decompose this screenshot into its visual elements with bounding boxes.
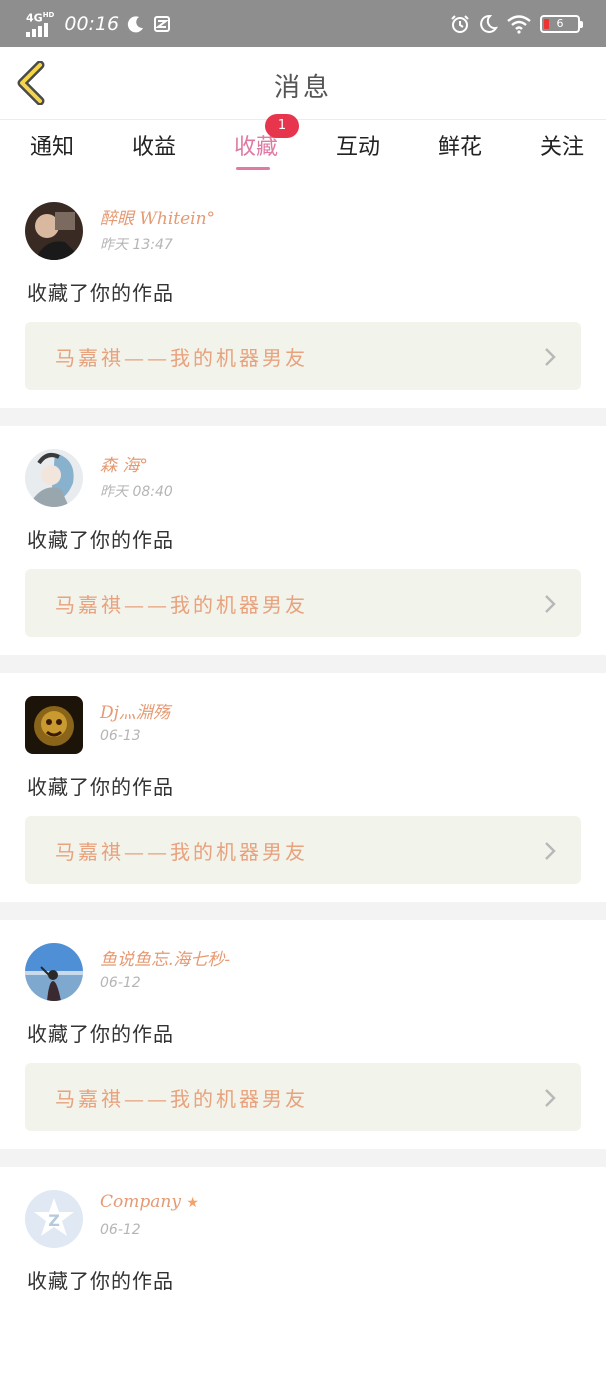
work-title: 马嘉祺——我的机器男友 [55, 593, 308, 617]
tab-label: 收益 [131, 135, 176, 160]
tab-label: 鲜花 [437, 135, 482, 160]
tab-earnings[interactable]: 收益 [124, 121, 184, 179]
username[interactable]: 森 海° [100, 451, 148, 476]
clock: 00:16 [64, 12, 120, 35]
message-action: 收藏了你的作品 [27, 528, 174, 552]
tab-label: 互动 [335, 135, 380, 160]
tab-interaction[interactable]: 互动 [328, 121, 388, 179]
message-time: 06-12 [100, 1222, 141, 1238]
star-icon: ★ [186, 1195, 199, 1211]
signal-icon: 4GHD [26, 10, 56, 38]
message-card: Z Company ★ 06-12 收藏了你的作品 [0, 1167, 606, 1396]
tab-notice[interactable]: 通知 [22, 121, 82, 179]
avatar[interactable] [25, 943, 83, 1001]
message-action: 收藏了你的作品 [27, 775, 174, 799]
chevron-right-icon [545, 348, 556, 366]
work-link[interactable]: 马嘉祺——我的机器男友 [25, 816, 581, 884]
status-bar: 4GHD 00:16 6 [0, 0, 606, 47]
moon-icon [480, 14, 498, 33]
network-hd: HD [42, 10, 55, 19]
divider [0, 1149, 606, 1167]
wifi-icon [507, 14, 531, 34]
status-right: 6 [450, 14, 583, 34]
divider [0, 655, 606, 673]
username[interactable]: 醉眼 Whitein° [100, 204, 215, 229]
work-link[interactable]: 马嘉祺——我的机器男友 [25, 569, 581, 637]
tab-label: 关注 [539, 135, 584, 160]
work-title: 马嘉祺——我的机器男友 [55, 840, 308, 864]
message-time: 昨天 08:40 [100, 484, 173, 500]
message-card: Dj灬淵殇 06-13 收藏了你的作品 马嘉祺——我的机器男友 [0, 673, 606, 902]
battery-level: 6 [556, 17, 564, 30]
username-text: Company [100, 1192, 181, 1212]
tab-label: 通知 [29, 135, 74, 160]
avatar[interactable] [25, 202, 83, 260]
unread-badge: 1 [265, 114, 299, 138]
page-title: 消息 [273, 73, 332, 103]
message-card: 森 海° 昨天 08:40 收藏了你的作品 马嘉祺——我的机器男友 [0, 426, 606, 655]
work-title: 马嘉祺——我的机器男友 [55, 1087, 308, 1111]
alarm-icon [451, 14, 469, 33]
top-bar: 消息 [0, 47, 606, 120]
avatar[interactable]: Z [25, 1190, 83, 1248]
battery-icon: 6 [540, 14, 583, 33]
divider [0, 408, 606, 426]
moon-icon [127, 15, 144, 32]
chevron-right-icon [545, 842, 556, 860]
svg-text:Z: Z [48, 1211, 60, 1230]
divider [0, 902, 606, 920]
work-link[interactable]: 马嘉祺——我的机器男友 [25, 1063, 581, 1131]
username[interactable]: Company ★ [100, 1192, 199, 1212]
message-time: 06-12 [100, 975, 141, 991]
message-action: 收藏了你的作品 [27, 281, 174, 305]
message-list: 醉眼 Whitein° 昨天 13:47 收藏了你的作品 马嘉祺——我的机器男友… [0, 179, 606, 1396]
message-time: 昨天 13:47 [100, 237, 173, 253]
message-card: 鱼说鱼忘.海七秒- 06-12 收藏了你的作品 马嘉祺——我的机器男友 [0, 920, 606, 1149]
status-left: 4GHD 00:16 [26, 10, 171, 38]
avatar[interactable] [25, 449, 83, 507]
chevron-right-icon [545, 1089, 556, 1107]
avatar[interactable] [25, 696, 83, 754]
active-tab-indicator [236, 167, 270, 170]
tab-flowers[interactable]: 鲜花 [430, 121, 490, 179]
tab-follow[interactable]: 关注 [532, 121, 592, 179]
chevron-right-icon [545, 595, 556, 613]
username[interactable]: Dj灬淵殇 [100, 698, 170, 723]
tab-favorites[interactable]: 收藏 1 [226, 114, 299, 179]
work-title: 马嘉祺——我的机器男友 [55, 346, 308, 370]
message-action: 收藏了你的作品 [27, 1022, 174, 1046]
work-link[interactable]: 马嘉祺——我的机器男友 [25, 322, 581, 390]
message-time: 06-13 [100, 728, 141, 744]
username[interactable]: 鱼说鱼忘.海七秒- [100, 945, 230, 970]
notification-icon [154, 15, 171, 32]
tab-label: 收藏 [233, 135, 278, 160]
tab-bar: 通知 收益 收藏 1 互动 鲜花 关注 [0, 114, 606, 179]
message-card: 醉眼 Whitein° 昨天 13:47 收藏了你的作品 马嘉祺——我的机器男友 [0, 179, 606, 408]
